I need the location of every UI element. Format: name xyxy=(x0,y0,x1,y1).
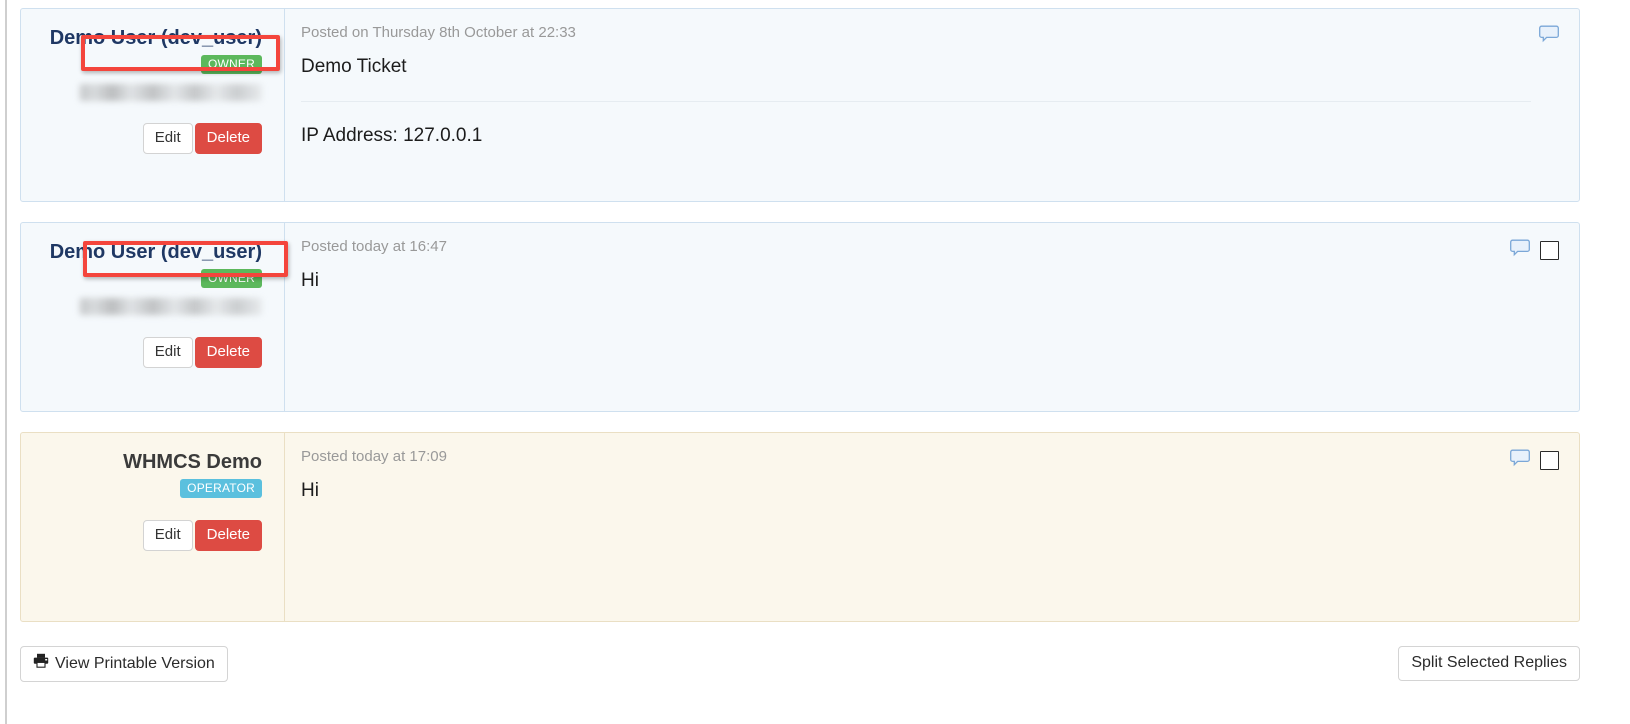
reply-message-divider xyxy=(301,101,1531,102)
author-name-wrap: Demo User (dev_user) xyxy=(50,239,262,265)
reply-author-column: WHMCS Demo OPERATOR Edit Delete xyxy=(21,433,285,621)
author-name-label: WHMCS Demo xyxy=(123,451,262,473)
author-email-redacted xyxy=(80,298,262,315)
reply-posted-timestamp: Posted today at 17:09 xyxy=(301,448,447,465)
edit-reply-button[interactable]: Edit xyxy=(142,337,193,368)
speech-bubble-icon[interactable] xyxy=(1510,449,1530,472)
author-role-badge: OPERATOR xyxy=(180,479,262,498)
delete-reply-button[interactable]: Delete xyxy=(194,520,262,551)
delete-reply-button[interactable]: Delete xyxy=(194,123,262,154)
author-name-wrap: Demo User (dev_user) xyxy=(50,25,262,51)
author-name-wrap: WHMCS Demo xyxy=(123,449,262,475)
delete-reply-button[interactable]: Delete xyxy=(194,337,262,368)
edit-reply-button[interactable]: Edit xyxy=(142,520,193,551)
view-printable-version-label: View Printable Version xyxy=(55,654,215,672)
author-email-redacted xyxy=(80,84,262,101)
author-actions: Edit Delete xyxy=(37,520,262,551)
reply-message-title: Hi xyxy=(301,270,319,291)
select-reply-checkbox[interactable] xyxy=(1540,241,1559,260)
reply-author-column: Demo User (dev_user) OWNER Edit Delete xyxy=(21,223,288,411)
author-name-link[interactable]: Demo User (dev_user) xyxy=(50,25,262,51)
printer-icon xyxy=(33,653,49,674)
reply-posted-timestamp: Posted on Thursday 8th October at 22:33 xyxy=(301,24,576,41)
author-name-link[interactable]: Demo User (dev_user) xyxy=(50,239,262,265)
reply-author-column: Demo User (dev_user) OWNER Edit Delete xyxy=(21,9,285,201)
ticket-replies-page: Demo User (dev_user) OWNER Edit Delete Po… xyxy=(0,0,1630,724)
select-reply-checkbox[interactable] xyxy=(1540,451,1559,470)
reply-tools xyxy=(1539,25,1559,48)
edit-reply-button[interactable]: Edit xyxy=(142,123,193,154)
author-role-badge: OWNER xyxy=(201,269,262,288)
reply-posted-timestamp: Posted today at 16:47 xyxy=(301,238,447,255)
split-selected-replies-button[interactable]: Split Selected Replies xyxy=(1398,646,1580,681)
reply-message-title: Demo Ticket xyxy=(301,56,407,77)
reply-tools xyxy=(1510,239,1559,262)
page-left-edge xyxy=(5,0,7,724)
speech-bubble-icon[interactable] xyxy=(1510,239,1530,262)
author-actions: Edit Delete xyxy=(37,337,262,368)
author-role-badge: OWNER xyxy=(201,55,262,74)
reply-tools xyxy=(1510,449,1559,472)
replies-list: Demo User (dev_user) OWNER Edit Delete Po… xyxy=(20,8,1580,642)
reply-panel: Demo User (dev_user) OWNER Edit Delete Po… xyxy=(20,222,1580,412)
reply-content-column: Posted on Thursday 8th October at 22:33 … xyxy=(285,9,1579,201)
reply-content-column: Posted today at 16:47 Hi xyxy=(285,223,1579,411)
reply-content-column: Posted today at 17:09 Hi xyxy=(285,433,1579,621)
replies-footer: View Printable Version Split Selected Re… xyxy=(20,646,1580,682)
reply-ip-address: IP Address: 127.0.0.1 xyxy=(301,125,483,146)
speech-bubble-icon[interactable] xyxy=(1539,25,1559,48)
reply-panel: WHMCS Demo OPERATOR Edit Delete Posted to… xyxy=(20,432,1580,622)
reply-panel: Demo User (dev_user) OWNER Edit Delete Po… xyxy=(20,8,1580,202)
view-printable-version-button[interactable]: View Printable Version xyxy=(20,646,228,682)
reply-message-title: Hi xyxy=(301,480,319,501)
author-actions: Edit Delete xyxy=(37,123,262,154)
